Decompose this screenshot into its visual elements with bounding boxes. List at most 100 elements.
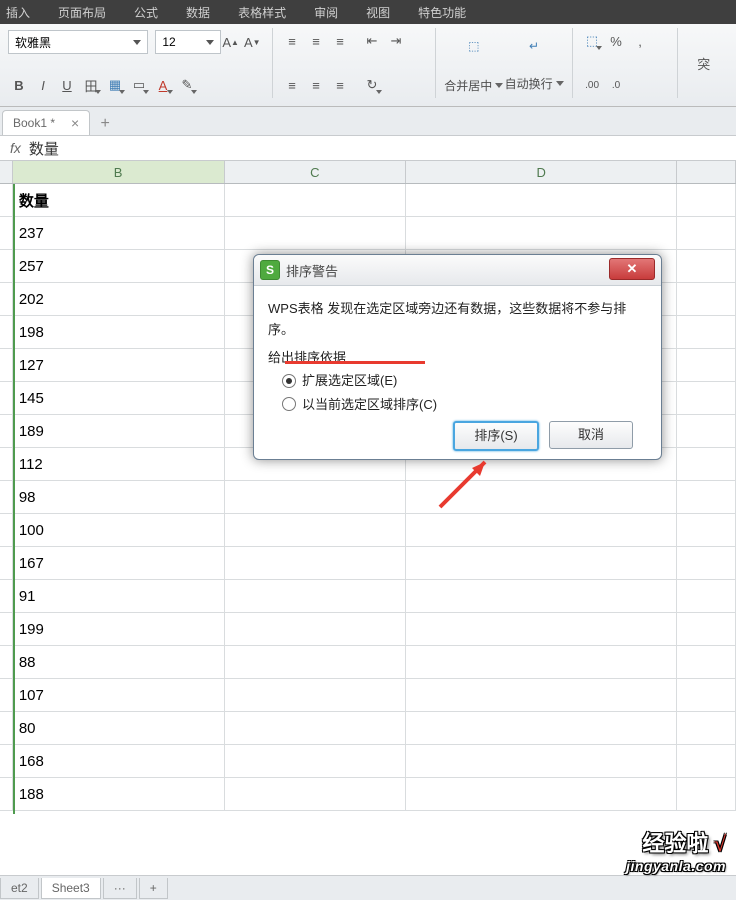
wps-icon: S bbox=[260, 260, 280, 280]
menu-formula[interactable]: 公式 bbox=[134, 4, 158, 21]
column-header-row: B C D bbox=[0, 161, 736, 184]
cell[interactable]: 202 bbox=[13, 283, 225, 315]
merge-center-button[interactable]: ⬚ 合并居中 bbox=[444, 32, 504, 94]
sheet-tab-add[interactable]: + bbox=[139, 878, 168, 899]
col-header-b[interactable]: B bbox=[13, 161, 225, 183]
formula-bar: fx 数量 bbox=[0, 136, 736, 161]
merge-group: ⬚ 合并居中 ↵ 自动换行 bbox=[436, 28, 573, 98]
cell[interactable]: 257 bbox=[13, 250, 225, 282]
orientation-icon[interactable]: ↻ bbox=[361, 74, 383, 96]
menu-tablestyle[interactable]: 表格样式 bbox=[238, 4, 286, 21]
dialog-legend: 给出排序依据 bbox=[268, 347, 647, 368]
align-left-icon[interactable]: ≡ bbox=[281, 74, 303, 96]
menu-layout[interactable]: 页面布局 bbox=[58, 4, 106, 21]
menu-review[interactable]: 审阅 bbox=[314, 4, 338, 21]
dialog-title-bar[interactable]: S 排序警告 ✕ bbox=[254, 255, 661, 286]
number-format-icon[interactable]: ⬚ bbox=[581, 30, 603, 52]
radio-dot-unselected bbox=[282, 397, 296, 411]
highlight-icon[interactable]: ✎ bbox=[176, 74, 198, 96]
indent-decrease-icon[interactable]: ⇤ bbox=[361, 30, 383, 52]
indent-increase-icon[interactable]: ⇥ bbox=[385, 30, 407, 52]
merge-icon: ⬚ bbox=[468, 32, 479, 60]
font-size-combo[interactable]: 12 bbox=[155, 30, 221, 54]
align-top-icon[interactable]: ≡ bbox=[281, 30, 303, 52]
align-right-icon[interactable]: ≡ bbox=[329, 74, 351, 96]
decrease-decimal-icon[interactable]: .0 bbox=[605, 74, 627, 96]
sheet-tab-sheet3[interactable]: Sheet3 bbox=[41, 878, 101, 899]
decrease-font-icon[interactable]: A▼ bbox=[242, 31, 262, 53]
cell[interactable]: 167 bbox=[13, 547, 225, 579]
radio-dot-selected bbox=[282, 374, 296, 388]
menu-insert[interactable]: 插入 bbox=[6, 4, 30, 21]
radio-expand-selection[interactable]: 扩展选定区域(E) bbox=[282, 370, 647, 391]
file-tab-book1[interactable]: Book1 * × bbox=[2, 110, 90, 135]
cell[interactable]: 98 bbox=[13, 481, 225, 513]
increase-decimal-icon[interactable]: .00 bbox=[581, 74, 603, 96]
cell[interactable]: 199 bbox=[13, 613, 225, 645]
watermark-check-icon: √ bbox=[714, 831, 726, 856]
fx-icon[interactable]: fx bbox=[10, 140, 21, 156]
row-header-corner[interactable] bbox=[0, 161, 13, 183]
cell[interactable]: 91 bbox=[13, 580, 225, 612]
align-group: ≡ ≡ ≡ ⇤ ⇥ ≡ ≡ ≡ ↻ bbox=[273, 28, 436, 98]
annotation-underline bbox=[285, 361, 425, 364]
cell[interactable]: 168 bbox=[13, 745, 225, 777]
cell[interactable]: 198 bbox=[13, 316, 225, 348]
increase-font-icon[interactable]: A▲ bbox=[221, 31, 241, 53]
align-bottom-icon[interactable]: ≡ bbox=[329, 30, 351, 52]
cell-style-icon[interactable]: ▦ bbox=[104, 74, 126, 96]
ribbon: 软雅黑 12 A▲ A▼ B I U 田 ▦ ▭ A ✎ ≡ ≡ ≡ bbox=[0, 24, 736, 107]
font-color-icon[interactable]: A bbox=[152, 74, 174, 96]
bold-icon[interactable]: B bbox=[8, 74, 30, 96]
align-middle-icon[interactable]: ≡ bbox=[305, 30, 327, 52]
cell[interactable]: 145 bbox=[13, 382, 225, 414]
cell[interactable]: 107 bbox=[13, 679, 225, 711]
radio-current-selection[interactable]: 以当前选定区域排序(C) bbox=[282, 394, 647, 415]
cell[interactable]: 189 bbox=[13, 415, 225, 447]
col-header-e[interactable] bbox=[677, 161, 736, 183]
fill-color-icon[interactable]: ▭ bbox=[128, 74, 150, 96]
dialog-body: WPS表格 发现在选定区域旁边还有数据，这些数据将不参与排序。 给出排序依据 扩… bbox=[254, 286, 661, 463]
app-window: 插入 页面布局 公式 数据 表格样式 审阅 视图 特色功能 软雅黑 12 A▲ … bbox=[0, 0, 736, 900]
cell[interactable]: 188 bbox=[13, 778, 225, 810]
cell-header[interactable]: 数量 bbox=[13, 184, 225, 216]
sheet-tab-bar: et2 Sheet3 ··· + bbox=[0, 875, 736, 900]
border-icon[interactable]: 田 bbox=[80, 74, 102, 96]
file-tab-bar: Book1 * × + bbox=[0, 107, 736, 136]
comma-icon[interactable]: , bbox=[629, 30, 651, 52]
dialog-message: WPS表格 发现在选定区域旁边还有数据，这些数据将不参与排序。 bbox=[268, 298, 647, 341]
wrap-text-button[interactable]: ↵ 自动换行 bbox=[504, 32, 564, 94]
misc-group: 突 bbox=[678, 28, 730, 98]
formula-value[interactable]: 数量 bbox=[29, 138, 59, 159]
align-center-icon[interactable]: ≡ bbox=[305, 74, 327, 96]
font-group: 软雅黑 12 A▲ A▼ B I U 田 ▦ ▭ A ✎ bbox=[0, 28, 273, 98]
font-name-combo[interactable]: 软雅黑 bbox=[8, 30, 148, 54]
italic-icon[interactable]: I bbox=[32, 74, 54, 96]
sort-warning-dialog: S 排序警告 ✕ WPS表格 发现在选定区域旁边还有数据，这些数据将不参与排序。… bbox=[253, 254, 662, 460]
dialog-title: 排序警告 bbox=[286, 261, 338, 280]
underline-icon[interactable]: U bbox=[56, 74, 78, 96]
sheet-tab-et2[interactable]: et2 bbox=[0, 878, 39, 899]
col-header-c[interactable]: C bbox=[225, 161, 407, 183]
menu-feature[interactable]: 特色功能 bbox=[418, 4, 466, 21]
cell[interactable]: 112 bbox=[13, 448, 225, 480]
sheet-tab-more[interactable]: ··· bbox=[103, 878, 137, 899]
menu-data[interactable]: 数据 bbox=[186, 4, 210, 21]
sort-button[interactable]: 排序(S) bbox=[453, 421, 539, 451]
close-tab-icon[interactable]: × bbox=[71, 115, 79, 131]
cell[interactable]: 127 bbox=[13, 349, 225, 381]
radio-label: 以当前选定区域排序(C) bbox=[302, 394, 437, 415]
cell[interactable]: 88 bbox=[13, 646, 225, 678]
cancel-button[interactable]: 取消 bbox=[549, 421, 633, 449]
cell[interactable]: 237 bbox=[13, 217, 225, 249]
percent-icon[interactable]: % bbox=[605, 30, 627, 52]
col-header-d[interactable]: D bbox=[406, 161, 677, 183]
number-group: ⬚ % , .00 .0 bbox=[573, 28, 677, 98]
dialog-close-button[interactable]: ✕ bbox=[609, 258, 655, 280]
radio-label: 扩展选定区域(E) bbox=[302, 370, 397, 391]
cell[interactable]: 100 bbox=[13, 514, 225, 546]
watermark: 经验啦 √ jingyanla.com bbox=[626, 826, 726, 874]
add-tab-button[interactable]: + bbox=[94, 113, 116, 135]
cell[interactable]: 80 bbox=[13, 712, 225, 744]
menu-view[interactable]: 视图 bbox=[366, 4, 390, 21]
